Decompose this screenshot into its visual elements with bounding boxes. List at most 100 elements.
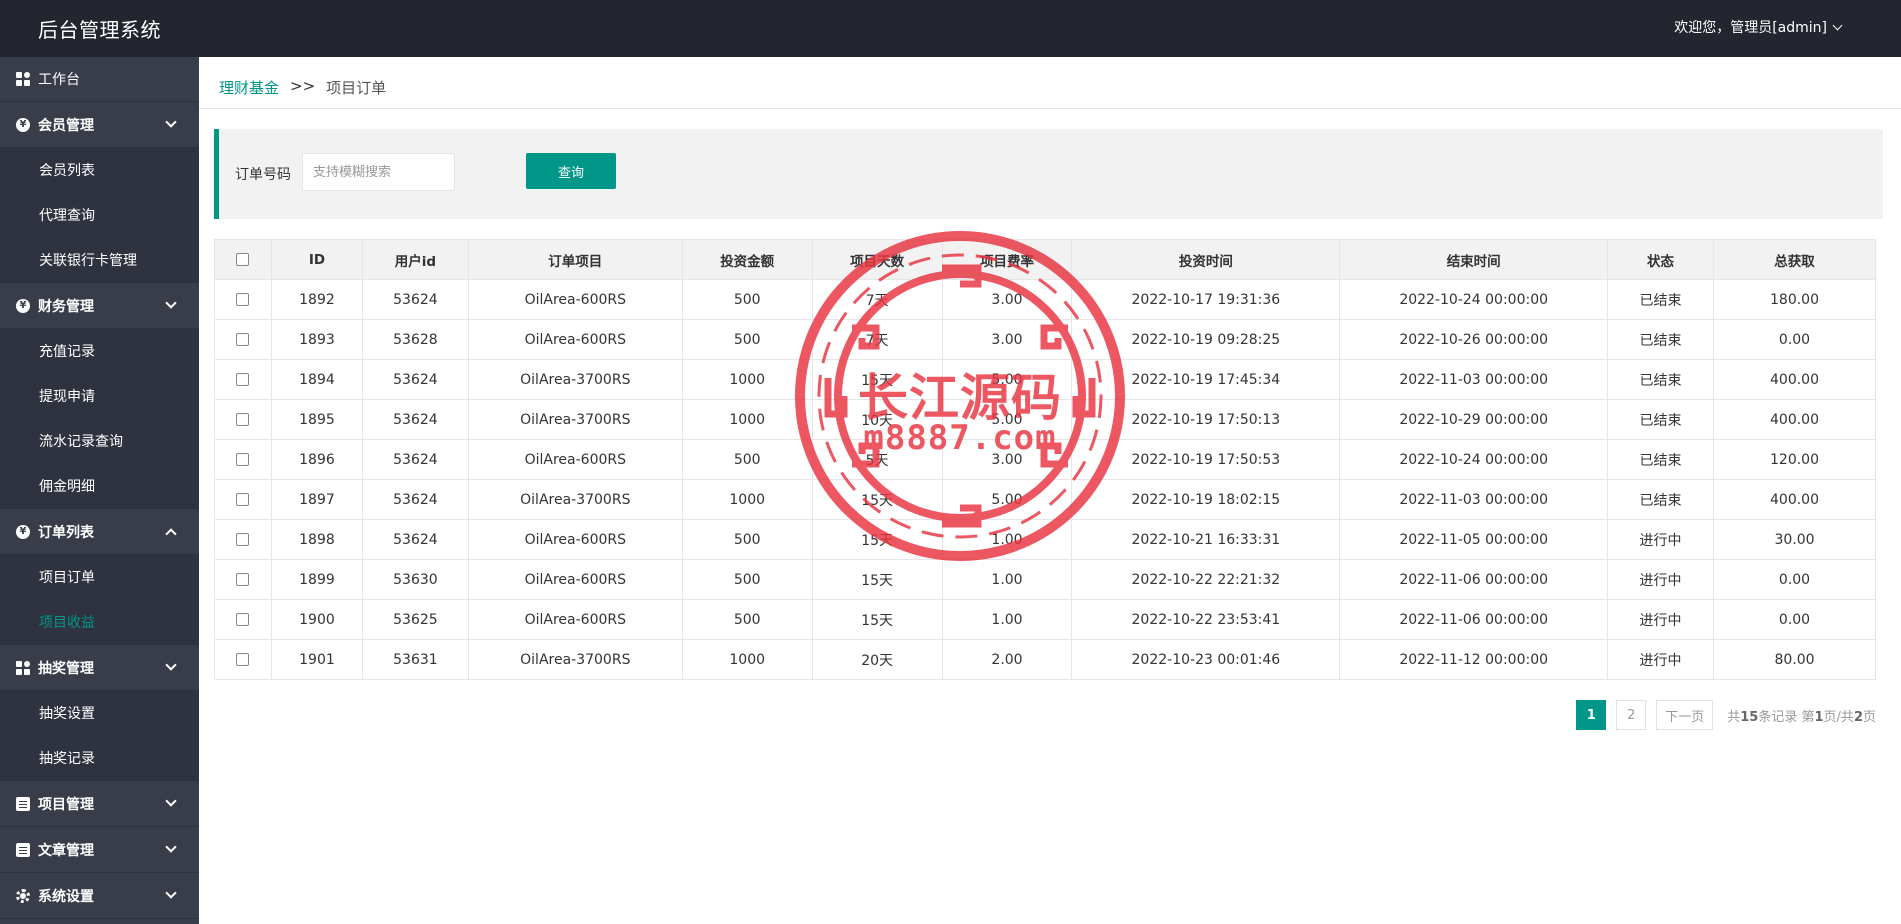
row-checkbox[interactable] bbox=[236, 653, 250, 666]
row-select-cell bbox=[214, 519, 272, 560]
column-header: 投资金额 bbox=[681, 239, 813, 280]
breadcrumb-parent-link[interactable]: 理财基金 bbox=[219, 77, 279, 98]
sidebar-group-label: 项目管理 bbox=[38, 796, 94, 813]
table-cell: 2022-10-19 18:02:15 bbox=[1071, 479, 1341, 520]
sidebar-group-members: ¥ 会员管理 会员列表 代理查询 关联银行卡管理 bbox=[0, 102, 199, 283]
pagination-info: 共15条记录 第1页/共2页 bbox=[1727, 709, 1876, 725]
row-checkbox[interactable] bbox=[236, 293, 250, 306]
sidebar-item-lottery-records[interactable]: 抽奖记录 bbox=[0, 735, 199, 780]
row-checkbox[interactable] bbox=[236, 333, 250, 346]
row-checkbox[interactable] bbox=[236, 613, 250, 626]
sidebar-item-project-orders[interactable]: 项目订单 bbox=[0, 554, 199, 599]
row-checkbox[interactable] bbox=[236, 493, 250, 506]
sidebar-item-lottery-settings[interactable]: 抽奖设置 bbox=[0, 690, 199, 735]
sidebar-item-commission[interactable]: 佣金明细 bbox=[0, 463, 199, 508]
table-cell: 2022-11-03 00:00:00 bbox=[1339, 359, 1609, 400]
sidebar-item-bank-cards[interactable]: 关联银行卡管理 bbox=[0, 237, 199, 282]
table-cell: 400.00 bbox=[1713, 359, 1876, 400]
table-cell: OilArea-600RS bbox=[467, 439, 683, 480]
column-header: 投资时间 bbox=[1071, 239, 1341, 280]
table-cell: 1901 bbox=[270, 639, 363, 680]
sidebar: 工作台 ¥ 会员管理 会员列表 代理查询 关联银行卡管理 ¥ 财务管理 充值记录… bbox=[0, 57, 199, 924]
page-button-2[interactable]: 2 bbox=[1616, 700, 1647, 730]
sidebar-group-label: 文章管理 bbox=[38, 842, 94, 859]
sidebar-item-recharge[interactable]: 充值记录 bbox=[0, 328, 199, 373]
table-row: 1896 53624 OilArea-600RS 500 5天 3.00 2022-10-1… bbox=[214, 439, 1876, 480]
table-cell: 2022-11-03 00:00:00 bbox=[1339, 479, 1609, 520]
row-select-cell bbox=[214, 559, 272, 600]
table-cell: 5.00 bbox=[941, 479, 1073, 520]
table-cell: 1900 bbox=[270, 599, 363, 640]
breadcrumb-separator: >> bbox=[290, 77, 316, 95]
table-cell: 53624 bbox=[361, 479, 469, 520]
table-cell: 7天 bbox=[811, 319, 943, 360]
chevron-down-icon bbox=[165, 297, 177, 309]
sidebar-group-orders: ¥ 订单列表 项目订单 项目收益 bbox=[0, 509, 199, 645]
orders-table: ID 用户id 订单项目 投资金额 项目天数 项目费率 投资时间 结束时间 状态… bbox=[214, 239, 1876, 680]
chevron-down-icon bbox=[165, 887, 177, 899]
table-cell: 53624 bbox=[361, 279, 469, 320]
table-cell: 15天 bbox=[811, 559, 943, 600]
table-cell: OilArea-600RS bbox=[467, 599, 683, 640]
table-cell: 2022-10-29 00:00:00 bbox=[1339, 399, 1609, 440]
table-cell: OilArea-600RS bbox=[467, 279, 683, 320]
chevron-down-icon bbox=[165, 795, 177, 807]
doc-icon bbox=[16, 842, 30, 857]
table-cell: 53628 bbox=[361, 319, 469, 360]
table-cell: 1000 bbox=[681, 359, 813, 400]
circle-icon: ¥ bbox=[16, 117, 30, 132]
table-cell: 180.00 bbox=[1713, 279, 1876, 320]
sidebar-group-title[interactable]: 文章管理 bbox=[0, 827, 199, 872]
sidebar-item-member-list[interactable]: 会员列表 bbox=[0, 147, 199, 192]
dashboard-icon bbox=[16, 72, 30, 86]
next-page-button[interactable]: 下一页 bbox=[1656, 700, 1714, 730]
table-cell: 3.00 bbox=[941, 439, 1073, 480]
order-number-input[interactable] bbox=[302, 153, 455, 191]
sidebar-item-project-income[interactable]: 项目收益 bbox=[0, 599, 199, 644]
table-cell: 3.00 bbox=[941, 319, 1073, 360]
row-checkbox[interactable] bbox=[236, 373, 250, 386]
search-bar: 订单号码 查询 bbox=[214, 129, 1883, 219]
table-cell: 3.00 bbox=[941, 279, 1073, 320]
table-cell: 1898 bbox=[270, 519, 363, 560]
circle-icon: ¥ bbox=[16, 298, 30, 313]
table-cell: 已结束 bbox=[1607, 319, 1715, 360]
sidebar-group-title[interactable]: 系统设置 bbox=[0, 873, 199, 918]
row-checkbox[interactable] bbox=[236, 453, 250, 466]
table-cell: 2022-11-06 00:00:00 bbox=[1339, 559, 1609, 600]
divider bbox=[199, 108, 1901, 109]
table-row: 1900 53625 OilArea-600RS 500 15天 1.00 2022-10-… bbox=[214, 599, 1876, 640]
table-cell: 10天 bbox=[811, 399, 943, 440]
table-cell: 53624 bbox=[361, 399, 469, 440]
sidebar-group-title[interactable]: ¥ 财务管理 bbox=[0, 283, 199, 328]
user-menu[interactable]: 欢迎您，管理员[admin] bbox=[1674, 17, 1843, 37]
sidebar-group-title[interactable]: ¥ 会员管理 bbox=[0, 102, 199, 147]
sidebar-item-agent-query[interactable]: 代理查询 bbox=[0, 192, 199, 237]
sidebar-item-dashboard[interactable]: 工作台 bbox=[0, 57, 199, 102]
sidebar-group-label: 系统设置 bbox=[38, 888, 94, 905]
table-cell: 500 bbox=[681, 279, 813, 320]
row-select-cell bbox=[214, 479, 272, 520]
table-cell: 2022-11-12 00:00:00 bbox=[1339, 639, 1609, 680]
table-cell: 2022-10-17 19:31:36 bbox=[1071, 279, 1341, 320]
table-cell: 5.00 bbox=[941, 399, 1073, 440]
table-cell: 1.00 bbox=[941, 519, 1073, 560]
row-checkbox[interactable] bbox=[236, 413, 250, 426]
sidebar-group-title[interactable]: 项目管理 bbox=[0, 781, 199, 826]
table-cell: 1894 bbox=[270, 359, 363, 400]
sidebar-item-flow[interactable]: 流水记录查询 bbox=[0, 418, 199, 463]
sidebar-group-title[interactable]: 抽奖管理 bbox=[0, 645, 199, 690]
table-cell: 500 bbox=[681, 519, 813, 560]
column-header: 项目天数 bbox=[811, 239, 943, 280]
table-cell: 进行中 bbox=[1607, 639, 1715, 680]
page-button-1[interactable]: 1 bbox=[1576, 700, 1607, 730]
sidebar-group-title[interactable]: ¥ 订单列表 bbox=[0, 509, 199, 554]
table-cell: 0.00 bbox=[1713, 599, 1876, 640]
sidebar-item-withdraw[interactable]: 提现申请 bbox=[0, 373, 199, 418]
row-checkbox[interactable] bbox=[236, 533, 250, 546]
search-button[interactable]: 查询 bbox=[526, 153, 616, 189]
table-cell: 1000 bbox=[681, 399, 813, 440]
sidebar-group-label: 会员管理 bbox=[38, 117, 94, 134]
select-all-checkbox[interactable] bbox=[236, 253, 250, 266]
row-checkbox[interactable] bbox=[236, 573, 250, 586]
